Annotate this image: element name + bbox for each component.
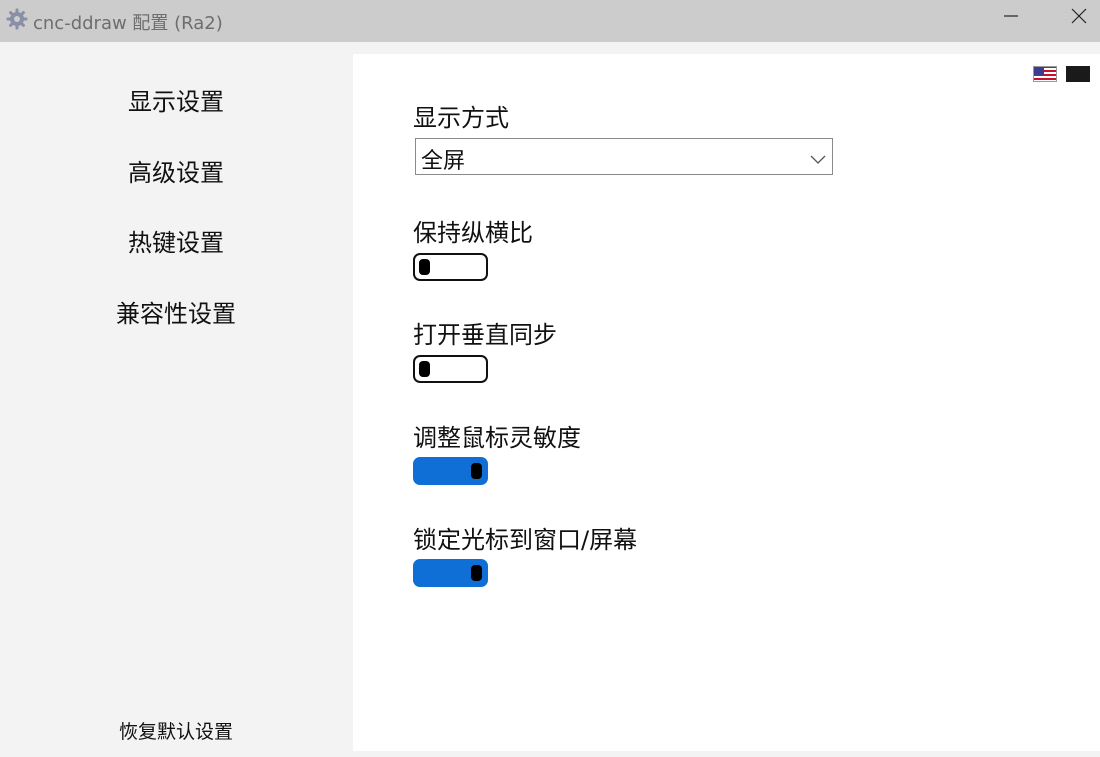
display-mode-value: 全屏	[421, 149, 466, 174]
vsync-label: 打开垂直同步	[413, 321, 557, 349]
sidebar: 显示设置 高级设置 热键设置 兼容性设置 恢复默认设置	[0, 42, 352, 757]
reset-defaults-label: 恢复默认设置	[118, 720, 233, 743]
toggle-knob	[471, 565, 482, 581]
display-mode-dropdown[interactable]: 全屏	[415, 138, 833, 175]
lock-cursor-toggle[interactable]	[413, 559, 488, 587]
sidebar-item-hotkey-settings[interactable]: 热键设置	[0, 218, 352, 262]
lock-cursor-label: 锁定光标到窗口/屏幕	[413, 526, 638, 554]
settings-panel: 显示方式 全屏 保持纵横比 打开垂直同步 调整鼠标灵敏度 锁定光标到窗口/屏幕	[353, 54, 1100, 751]
sidebar-item-label: 高级设置	[128, 158, 224, 187]
minimize-icon	[1003, 8, 1019, 28]
sidebar-item-label: 兼容性设置	[116, 299, 236, 328]
keep-aspect-ratio-toggle[interactable]	[413, 253, 488, 281]
chevron-down-icon	[810, 150, 826, 164]
sidebar-item-label: 热键设置	[128, 228, 224, 257]
gear-icon	[6, 8, 28, 30]
reset-defaults-button[interactable]: 恢复默认设置	[0, 714, 352, 746]
mouse-sensitivity-toggle[interactable]	[413, 457, 488, 485]
toggle-knob	[419, 259, 430, 275]
title-bar: cnc-ddraw 配置 (Ra2)	[0, 0, 1100, 42]
app-window: cnc-ddraw 配置 (Ra2) 显示设置 高级设置 热键设置 兼容性设置 …	[0, 0, 1100, 757]
close-button[interactable]	[1056, 0, 1100, 36]
toggle-knob	[471, 463, 482, 479]
sidebar-item-display-settings[interactable]: 显示设置	[0, 77, 352, 121]
keep-aspect-ratio-label: 保持纵横比	[413, 219, 533, 247]
display-mode-label: 显示方式	[413, 104, 509, 132]
cn-flag-icon[interactable]	[1066, 66, 1090, 82]
window-title: cnc-ddraw 配置 (Ra2)	[33, 13, 223, 34]
sidebar-item-label: 显示设置	[128, 87, 224, 116]
close-icon	[1071, 8, 1087, 28]
minimize-button[interactable]	[988, 0, 1034, 36]
sidebar-item-advanced-settings[interactable]: 高级设置	[0, 148, 352, 192]
toggle-knob	[419, 361, 430, 377]
vsync-toggle[interactable]	[413, 355, 488, 383]
us-flag-icon[interactable]	[1033, 66, 1057, 82]
mouse-sensitivity-label: 调整鼠标灵敏度	[413, 424, 581, 452]
sidebar-item-compatibility-settings[interactable]: 兼容性设置	[0, 289, 352, 333]
